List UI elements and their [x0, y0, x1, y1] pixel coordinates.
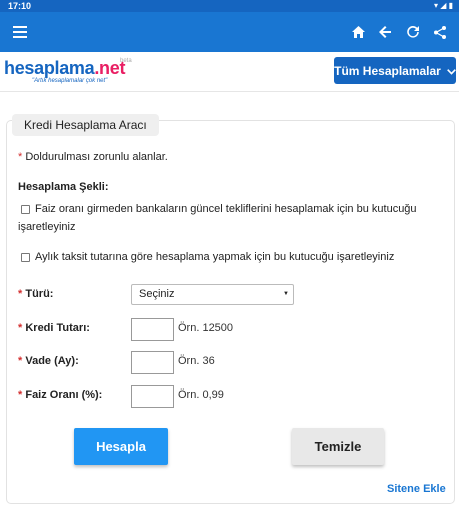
site-logo[interactable]: hesaplama.net beta "Artık hesaplamalar ç…	[4, 58, 132, 84]
status-time: 17:10	[8, 1, 32, 11]
clear-button[interactable]: Temizle	[292, 428, 384, 465]
signal-icon: ◢	[440, 1, 447, 10]
term-example: Örn. 36	[178, 355, 215, 367]
panel-title: Kredi Hesaplama Aracı	[12, 114, 159, 136]
add-to-site-link[interactable]: Sitene Ekle	[387, 483, 446, 495]
installment-label: Aylık taksit tutarına göre hesaplama yap…	[35, 251, 395, 263]
wifi-icon: ▾	[433, 1, 438, 10]
bank-offers-label-line2: işaretleyiniz	[18, 221, 76, 233]
system-icons: ▾ ◢ ▮	[434, 0, 453, 12]
method-heading: Hesaplama Şekli:	[18, 181, 109, 193]
back-arrow-icon[interactable]	[375, 22, 395, 42]
logo-slogan: "Artık hesaplamalar çok net"	[32, 78, 108, 84]
rate-input[interactable]	[131, 385, 174, 408]
bank-offers-checkbox[interactable]	[21, 205, 30, 214]
share-icon[interactable]	[430, 22, 450, 42]
required-note: * Doldurulması zorunlu alanlar.	[18, 151, 168, 163]
logo-beta: beta	[120, 58, 132, 64]
amount-input[interactable]	[131, 318, 174, 341]
installment-checkbox[interactable]	[21, 253, 30, 262]
amount-example: Örn. 12500	[178, 322, 234, 334]
type-select[interactable]: Seçiniz ▼	[131, 284, 294, 305]
status-bar: 17:10 ▾ ◢ ▮	[0, 0, 459, 12]
menu-icon[interactable]	[10, 22, 30, 42]
term-label: * Vade (Ay):	[18, 355, 79, 367]
bank-offers-label-line1: Faiz oranı girmeden bankaların güncel te…	[35, 203, 417, 215]
term-input[interactable]	[131, 351, 174, 374]
calculate-button[interactable]: Hesapla	[74, 428, 168, 465]
type-select-value: Seçiniz	[139, 288, 175, 300]
all-calculations-button[interactable]: Tüm Hesaplamalar	[334, 57, 456, 84]
select-arrow-icon: ▼	[283, 291, 289, 297]
all-calculations-label: Tüm Hesaplamalar	[334, 63, 441, 78]
logo-text: hesaplama.net	[4, 58, 126, 78]
rate-label: * Faiz Oranı (%):	[18, 389, 103, 401]
type-label: * Türü:	[18, 288, 54, 300]
battery-icon: ▮	[448, 1, 453, 10]
rate-example: Örn. 0,99	[178, 389, 224, 401]
refresh-icon[interactable]	[403, 22, 423, 42]
amount-label: * Kredi Tutarı:	[18, 322, 90, 334]
home-icon[interactable]	[348, 22, 368, 42]
chevron-down-icon	[446, 64, 456, 78]
app-bar	[0, 12, 459, 52]
